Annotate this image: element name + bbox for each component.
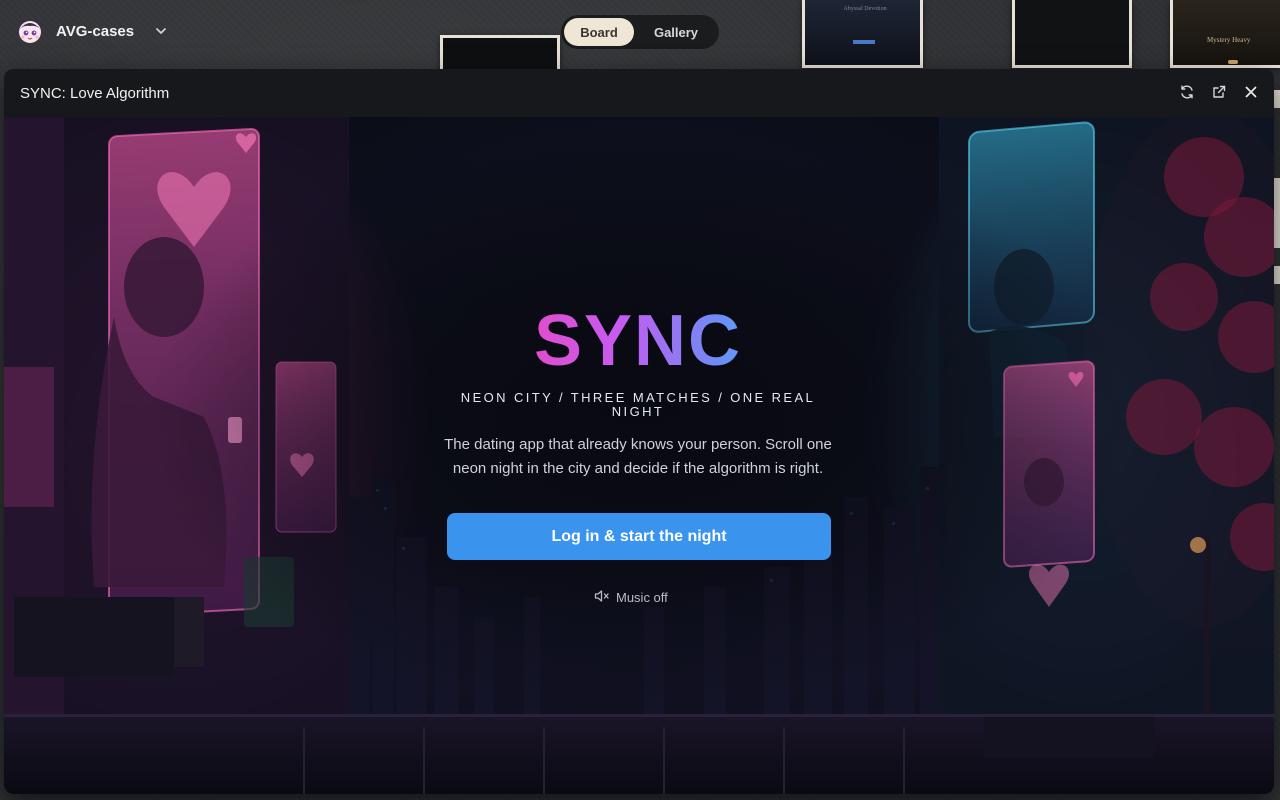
board-card-edge (1274, 178, 1280, 248)
open-external-icon[interactable] (1210, 83, 1228, 101)
music-toggle[interactable]: Music off (594, 588, 668, 606)
tab-board[interactable]: Board (564, 18, 634, 46)
board-card[interactable] (1012, 0, 1132, 68)
board-card-edge (1274, 90, 1280, 108)
app-modal: SYNC: Love Algorithm SYNC NEON CITY / TH… (4, 69, 1274, 794)
workspace-switcher[interactable]: AVG-cases (16, 17, 168, 45)
music-toggle-label: Music off (616, 589, 668, 605)
modal-title: SYNC: Love Algorithm (20, 84, 170, 102)
workspace-logo (16, 17, 44, 45)
speaker-muted-icon (594, 589, 610, 606)
board-card-title: Mystery Heavy (1207, 36, 1251, 44)
board-card-edge (1274, 266, 1280, 284)
app-stage: SYNC NEON CITY / THREE MATCHES / ONE REA… (4, 117, 1274, 794)
app-logo: SYNC (438, 299, 838, 383)
board-card[interactable]: Abyssal Devotion (802, 0, 923, 68)
workspace-name: AVG-cases (56, 22, 135, 40)
board-card[interactable]: Mystery Heavy (1170, 0, 1280, 68)
board-card-title: Abyssal Devotion (843, 6, 887, 12)
modal-actions (1178, 83, 1260, 101)
app-tagline: NEON CITY / THREE MATCHES / ONE REAL NIG… (460, 390, 816, 419)
close-icon[interactable] (1242, 83, 1260, 101)
tab-gallery[interactable]: Gallery (636, 18, 716, 46)
chevron-down-icon (154, 24, 168, 38)
board-card-button (1228, 60, 1238, 64)
login-start-button[interactable]: Log in & start the night (447, 513, 831, 560)
view-toggle: Board Gallery (561, 15, 719, 49)
modal-header: SYNC: Love Algorithm (4, 69, 1274, 117)
refresh-icon[interactable] (1178, 83, 1196, 101)
app-description: The dating app that already knows your p… (444, 436, 832, 477)
landing-hero: SYNC NEON CITY / THREE MATCHES / ONE REA… (4, 117, 1274, 794)
board-card-button (853, 40, 875, 44)
